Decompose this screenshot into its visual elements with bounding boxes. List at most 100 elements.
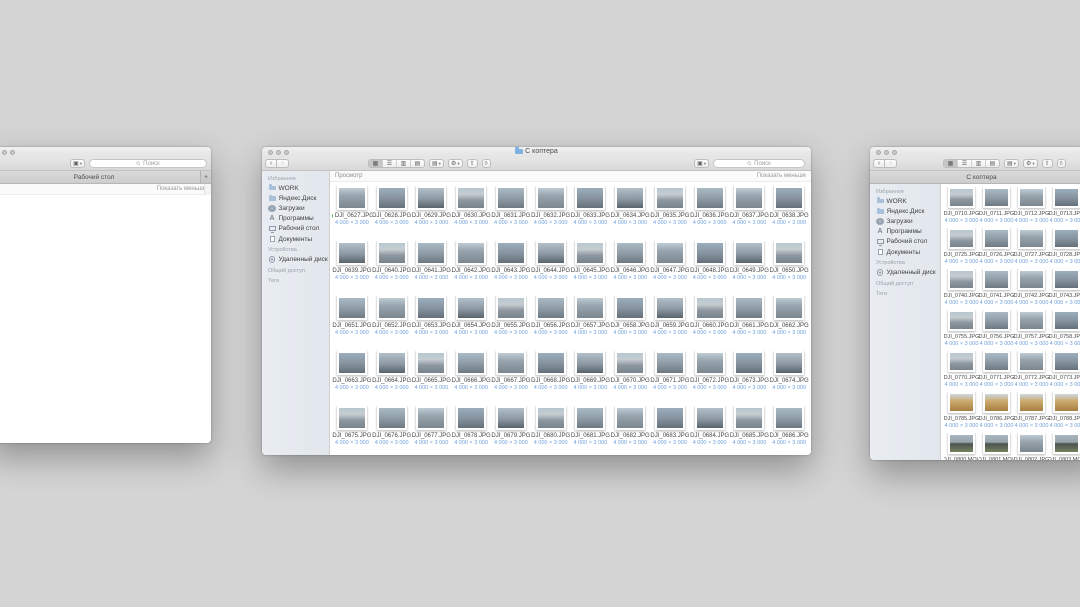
file-item[interactable]: DJI_0740.JPG 4 000 × 3 000: [944, 269, 979, 310]
file-item[interactable]: DJI_0648.JPG 4 000 × 3 000: [690, 241, 730, 296]
file-item[interactable]: DJI_0641.JPG 4 000 × 3 000: [412, 241, 452, 296]
file-item[interactable]: DJI_0757.JPG 4 000 × 3 000: [1014, 310, 1049, 351]
tab-desktop[interactable]: Рабочий стол: [0, 171, 200, 183]
sidebar-item-desktop[interactable]: Рабочий стол: [262, 224, 329, 234]
icon-view-button[interactable]: ▦: [369, 160, 383, 167]
file-item[interactable]: DJI_0756.JPG 4 000 × 3 000: [979, 310, 1014, 351]
file-item[interactable]: DJI_0653.JPG 4 000 × 3 000: [412, 296, 452, 351]
sidebar-item-downloads[interactable]: Загрузки: [870, 217, 940, 226]
file-item[interactable]: DJI_0638.JPG 4 000 × 3 000: [769, 186, 809, 241]
file-item[interactable]: DJI_0801.MOV: [979, 433, 1014, 460]
file-item[interactable]: DJI_0674.JPG 4 000 × 3 000: [769, 351, 809, 406]
file-item[interactable]: DJI_0710.JPG 4 000 × 3 000: [944, 187, 979, 228]
file-item[interactable]: DJI_0672.JPG 4 000 × 3 000: [690, 351, 730, 406]
titlebar[interactable]: [0, 147, 211, 157]
file-item[interactable]: DJI_0679.JPG 4 000 × 3 000: [491, 406, 531, 455]
file-item[interactable]: DJI_0803.MOV: [1049, 433, 1080, 460]
file-item[interactable]: DJI_0660.JPG 4 000 × 3 000: [690, 296, 730, 351]
file-item[interactable]: DJI_0013.JPG 4 000 × 3 000: [67, 192, 137, 195]
file-item[interactable]: DJI_0634.JPG 4 000 × 3 000: [610, 186, 650, 241]
file-item[interactable]: DJI_0728.JPG 4 000 × 3 000: [1049, 228, 1080, 269]
file-item[interactable]: DJI_0657.JPG 4 000 × 3 000: [571, 296, 611, 351]
file-item[interactable]: DJI_0670.JPG 4 000 × 3 000: [610, 351, 650, 406]
file-item[interactable]: DJI_0741.JPG 4 000 × 3 000: [979, 269, 1014, 310]
file-item[interactable]: DJI_0633.JPG 4 000 × 3 000: [571, 186, 611, 241]
file-item[interactable]: DJI_0684.JPG 4 000 × 3 000: [690, 406, 730, 455]
file-item[interactable]: DJI_0727.JPG 4 000 × 3 000: [1014, 228, 1049, 269]
sidebar-item-disc[interactable]: Удаленный диск: [870, 267, 940, 277]
file-item[interactable]: DJI_0785.JPG 4 000 × 3 000: [944, 392, 979, 433]
back-button[interactable]: ‹: [873, 159, 885, 168]
sidebar-item-applications[interactable]: Программы: [870, 226, 940, 236]
file-item[interactable]: DJI_0630.JPG 4 000 × 3 000: [451, 186, 491, 241]
file-item[interactable]: DJI_0677.JPG 4 000 × 3 000: [412, 406, 452, 455]
file-item[interactable]: DJI_0713.JPG 4 000 × 3 000: [1049, 187, 1080, 228]
file-item[interactable]: DJI_0650.JPG 4 000 × 3 000: [769, 241, 809, 296]
column-view-button[interactable]: ▥: [972, 160, 986, 167]
close-button[interactable]: [876, 150, 881, 155]
file-item[interactable]: DJI_0726.JPG 4 000 × 3 000: [979, 228, 1014, 269]
arrange-dropdown[interactable]: ▤ ▾: [429, 159, 444, 168]
new-tab-button[interactable]: +: [200, 171, 211, 183]
column-view-button[interactable]: ▥: [397, 160, 411, 167]
forward-button[interactable]: ›: [277, 159, 289, 168]
file-item[interactable]: DJI_0666.JPG 4 000 × 3 000: [451, 351, 491, 406]
file-item[interactable]: DJI_0662.JPG 4 000 × 3 000: [769, 296, 809, 351]
file-item[interactable]: DJI_0656.JPG 4 000 × 3 000: [531, 296, 571, 351]
action-dropdown[interactable]: ⚙ ▾: [1023, 159, 1038, 168]
file-item[interactable]: DJI_0652.JPG 4 000 × 3 000: [372, 296, 412, 351]
file-item[interactable]: DJI_0644.JPG 4 000 × 3 000: [531, 241, 571, 296]
file-item[interactable]: DJI_0743.JPG 4 000 × 3 000: [1049, 269, 1080, 310]
sidebar-item-disc[interactable]: Удаленный диск: [262, 254, 329, 264]
file-item[interactable]: DJI_0667.JPG 4 000 × 3 000: [491, 351, 531, 406]
file-item[interactable]: DJI_0658.JPG 4 000 × 3 000: [610, 296, 650, 351]
file-item[interactable]: DJI_0647.JPG 4 000 × 3 000: [650, 241, 690, 296]
file-item[interactable]: DJI_0663.JPG 4 000 × 3 000: [332, 351, 372, 406]
file-item[interactable]: DJI_0787.JPG 4 000 × 3 000: [1014, 392, 1049, 433]
file-item[interactable]: DJI_0800.MOV: [944, 433, 979, 460]
file-item[interactable]: DJI_0685.JPG 4 000 × 3 000: [730, 406, 770, 455]
file-item[interactable]: DJI_0664.JPG 4 000 × 3 000: [372, 351, 412, 406]
close-button[interactable]: [268, 150, 273, 155]
file-item[interactable]: DJI_0673.JPG 4 000 × 3 000: [730, 351, 770, 406]
file-item[interactable]: DJI_0659.JPG 4 000 × 3 000: [650, 296, 690, 351]
file-item[interactable]: DJI_0646.JPG 4 000 × 3 000: [610, 241, 650, 296]
file-item[interactable]: DJI_0632.JPG 4 000 × 3 000: [531, 186, 571, 241]
file-item[interactable]: DJI_0681.JPG 4 000 × 3 000: [571, 406, 611, 455]
file-item[interactable]: DJI_0676.JPG 4 000 × 3 000: [372, 406, 412, 455]
file-item[interactable]: DJI_0725.JPG 4 000 × 3 000: [944, 228, 979, 269]
sidebar-item-applications[interactable]: Программы: [262, 213, 329, 223]
file-item[interactable]: DJI_0627.JPG 4 000 × 3 000: [332, 186, 372, 241]
file-item[interactable]: DJI_0665.JPG 4 000 × 3 000: [412, 351, 452, 406]
tags-button[interactable]: ◊: [1057, 159, 1066, 168]
titlebar[interactable]: [870, 147, 1080, 157]
share-button[interactable]: ⇧: [467, 159, 478, 168]
share-button[interactable]: ⇧: [1042, 159, 1053, 168]
file-item[interactable]: DJI_0682.JPG 4 000 × 3 000: [610, 406, 650, 455]
file-item[interactable]: DJI_0655.JPG 4 000 × 3 000: [491, 296, 531, 351]
show-less-link[interactable]: Показать меньше: [757, 173, 806, 179]
file-item[interactable]: DJI_0636.JPG 4 000 × 3 000: [690, 186, 730, 241]
minimize-button[interactable]: [884, 150, 889, 155]
file-item[interactable]: DJI_0786.JPG 4 000 × 3 000: [979, 392, 1014, 433]
file-item[interactable]: DJI_0758.JPG 4 000 × 3 000: [1049, 310, 1080, 351]
sidebar-item-folder[interactable]: Яндекс.Диск: [870, 206, 940, 216]
list-view-button[interactable]: ☰: [383, 160, 397, 167]
titlebar[interactable]: С коптера: [262, 147, 811, 157]
minimize-button[interactable]: [276, 150, 281, 155]
sidebar-item-desktop[interactable]: Рабочий стол: [870, 237, 940, 247]
back-button[interactable]: ‹: [265, 159, 277, 168]
file-item[interactable]: DJI_0742.JPG 4 000 × 3 000: [1014, 269, 1049, 310]
zoom-button[interactable]: [284, 150, 289, 155]
tab-copter[interactable]: С коптера: [870, 171, 1080, 183]
file-item[interactable]: DJI_0651.JPG 4 000 × 3 000: [332, 296, 372, 351]
file-item[interactable]: DJI_0668.JPG 4 000 × 3 000: [531, 351, 571, 406]
file-item[interactable]: DJI_0683.JPG 4 000 × 3 000: [650, 406, 690, 455]
zoom-button[interactable]: [10, 150, 15, 155]
file-item[interactable]: DJI_0637.JPG 4 000 × 3 000: [730, 186, 770, 241]
edit-tags-dropdown[interactable]: ▣ ▾: [694, 159, 709, 168]
file-item[interactable]: DJI_0678.JPG 4 000 × 3 000: [451, 406, 491, 455]
file-item[interactable]: DJI_0012.JPG 4 000 × 3 000: [0, 192, 67, 195]
search-field[interactable]: Поиск: [89, 159, 207, 168]
file-item[interactable]: DJI_0654.JPG 4 000 × 3 000: [451, 296, 491, 351]
